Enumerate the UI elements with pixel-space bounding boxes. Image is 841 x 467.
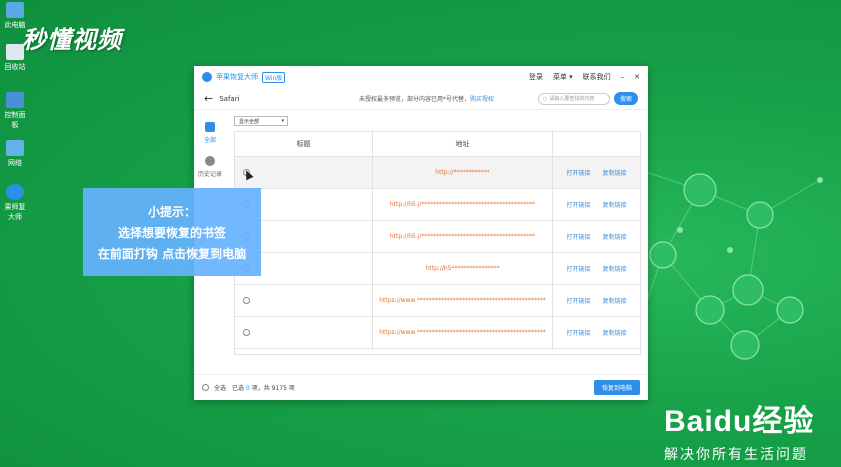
table-header: 标题 地址 xyxy=(235,132,640,157)
copy-link-button[interactable]: 复制链接 xyxy=(603,264,627,273)
row-title-cell xyxy=(235,157,373,188)
search-input[interactable]: ○ 请输入要查找的内容 xyxy=(537,92,610,105)
sidebar-item-history[interactable]: 历史记录 xyxy=(194,156,226,178)
row-actions-cell: 打开链接 复制链接 xyxy=(553,285,640,316)
login-link[interactable]: 登录 xyxy=(529,72,543,82)
desktop-icon-recovery-app[interactable]: 果师复大师 xyxy=(2,184,28,222)
desktop-icon-this-pc[interactable]: 此电脑 xyxy=(2,2,28,30)
select-all-label: 全选 xyxy=(214,385,227,392)
row-title-cell xyxy=(235,317,373,348)
license-notice: 未授权最多预览，部分内容已用*号代替，购买授权 xyxy=(358,96,494,103)
tip-title: 小提示： xyxy=(147,205,196,219)
row-select-radio[interactable] xyxy=(243,329,250,336)
chevron-down-icon: ▾ xyxy=(281,118,284,124)
row-url-cell: http://h5.ji****************************… xyxy=(373,221,553,252)
buy-license-link[interactable]: 购买授权 xyxy=(470,96,494,103)
copy-link-button[interactable]: 复制链接 xyxy=(603,168,627,177)
copy-link-button[interactable]: 复制链接 xyxy=(603,200,627,209)
tip-line-restore: 在前面打钩 点击恢复到电脑 xyxy=(97,247,247,261)
minimize-button[interactable]: – xyxy=(621,73,625,81)
computer-icon xyxy=(6,2,24,18)
open-link-button[interactable]: 打开链接 xyxy=(566,232,590,241)
network-icon xyxy=(6,140,24,156)
nav-bar: ← Safari 未授权最多预览，部分内容已用*号代替，购买授权 ○ 请输入要查… xyxy=(194,88,648,110)
table-row[interactable]: http://h5**************** 打开链接 复制链接 xyxy=(235,253,640,285)
table-row[interactable]: https://www.****************************… xyxy=(235,317,640,349)
close-button[interactable]: ✕ xyxy=(634,73,640,81)
tip-line-select: 选择想要恢复的书签 xyxy=(117,226,226,240)
desktop-icon-recycle-bin[interactable]: 回收站 xyxy=(2,44,28,72)
search-icon: ○ xyxy=(542,95,548,102)
row-url-cell: http://************ xyxy=(373,157,553,188)
app-window: 苹果恢复大师 Win版 登录 菜单 ▾ 联系我们 – ✕ ← Safari 未授… xyxy=(194,66,648,400)
app-logo-icon xyxy=(202,72,212,82)
desktop-icon-network[interactable]: 网络 xyxy=(2,140,28,168)
row-actions-cell: 打开链接 复制链接 xyxy=(553,221,640,252)
menu-dropdown[interactable]: 菜单 ▾ xyxy=(553,72,573,82)
row-url-cell: http://h5**************** xyxy=(373,253,553,284)
open-link-button[interactable]: 打开链接 xyxy=(566,296,590,305)
restore-to-computer-button[interactable]: 恢复到电脑 xyxy=(593,380,640,395)
version-badge: Win版 xyxy=(262,71,286,83)
selection-summary: 已选 0 项，共 9175 项 xyxy=(232,385,295,392)
bookmark-table: 标题 地址 http://************ 打开链接 复制链接 http://… xyxy=(234,131,641,355)
table-row[interactable]: https://www.****************************… xyxy=(235,285,640,317)
clock-icon xyxy=(205,156,215,166)
back-arrow-icon[interactable]: ← xyxy=(204,92,213,105)
row-url-cell: http://h5.ji****************************… xyxy=(373,189,553,220)
row-actions-cell: 打开链接 复制链接 xyxy=(553,189,640,220)
control-panel-icon xyxy=(6,92,24,108)
copy-link-button[interactable]: 复制链接 xyxy=(603,296,627,305)
title-bar: 苹果恢复大师 Win版 登录 菜单 ▾ 联系我们 – ✕ xyxy=(194,66,648,88)
open-link-button[interactable]: 打开链接 xyxy=(566,328,590,337)
table-row[interactable]: http://h5.ji****************************… xyxy=(235,221,640,253)
row-actions-cell: 打开链接 复制链接 xyxy=(553,157,640,188)
row-url-cell: https://www.****************************… xyxy=(373,285,553,316)
open-link-button[interactable]: 打开链接 xyxy=(566,264,590,273)
table-row[interactable]: http://h5.ji****************************… xyxy=(235,189,640,221)
watermark-logo: 秒懂视频 xyxy=(22,26,122,54)
column-header-title: 标题 xyxy=(235,132,373,156)
row-select-radio[interactable] xyxy=(243,297,250,304)
recovery-app-icon xyxy=(6,184,24,200)
baidu-jingyan-watermark: Baidu经验 解决你所有生活问题 xyxy=(664,396,814,464)
open-link-button[interactable]: 打开链接 xyxy=(566,168,590,177)
bookmark-icon xyxy=(205,122,215,132)
copy-link-button[interactable]: 复制链接 xyxy=(603,232,627,241)
row-url-cell: https://www.****************************… xyxy=(373,317,553,348)
open-link-button[interactable]: 打开链接 xyxy=(566,200,590,209)
row-actions-cell: 打开链接 复制链接 xyxy=(553,253,640,284)
row-title-cell xyxy=(235,285,373,316)
tip-overlay: 小提示： 选择想要恢复的书签 在前面打钩 点击恢复到电脑 xyxy=(83,188,261,276)
copy-link-button[interactable]: 复制链接 xyxy=(603,328,627,337)
page-title: Safari xyxy=(219,94,240,103)
search-button[interactable]: 搜索 xyxy=(613,92,638,105)
recycle-bin-icon xyxy=(6,44,24,60)
footer-bar: 全选 已选 0 项，共 9175 项 恢复到电脑 xyxy=(194,374,648,400)
table-row[interactable]: http://************ 打开链接 复制链接 xyxy=(235,157,640,189)
desktop-icon-control-panel[interactable]: 控制面板 xyxy=(2,92,28,130)
app-title: 苹果恢复大师 xyxy=(216,73,258,81)
sidebar-item-all[interactable]: 全部 xyxy=(194,122,226,144)
filter-select[interactable]: 显示全部 ▾ xyxy=(234,116,288,126)
row-actions-cell: 打开链接 复制链接 xyxy=(553,317,640,348)
contact-link[interactable]: 联系我们 xyxy=(583,72,611,82)
column-header-actions xyxy=(553,132,640,156)
column-header-url: 地址 xyxy=(373,132,553,156)
select-all-radio[interactable] xyxy=(202,384,209,391)
baidu-logo: Baidu经验 xyxy=(664,405,815,438)
baidu-slogan: 解决你所有生活问题 xyxy=(664,447,808,463)
